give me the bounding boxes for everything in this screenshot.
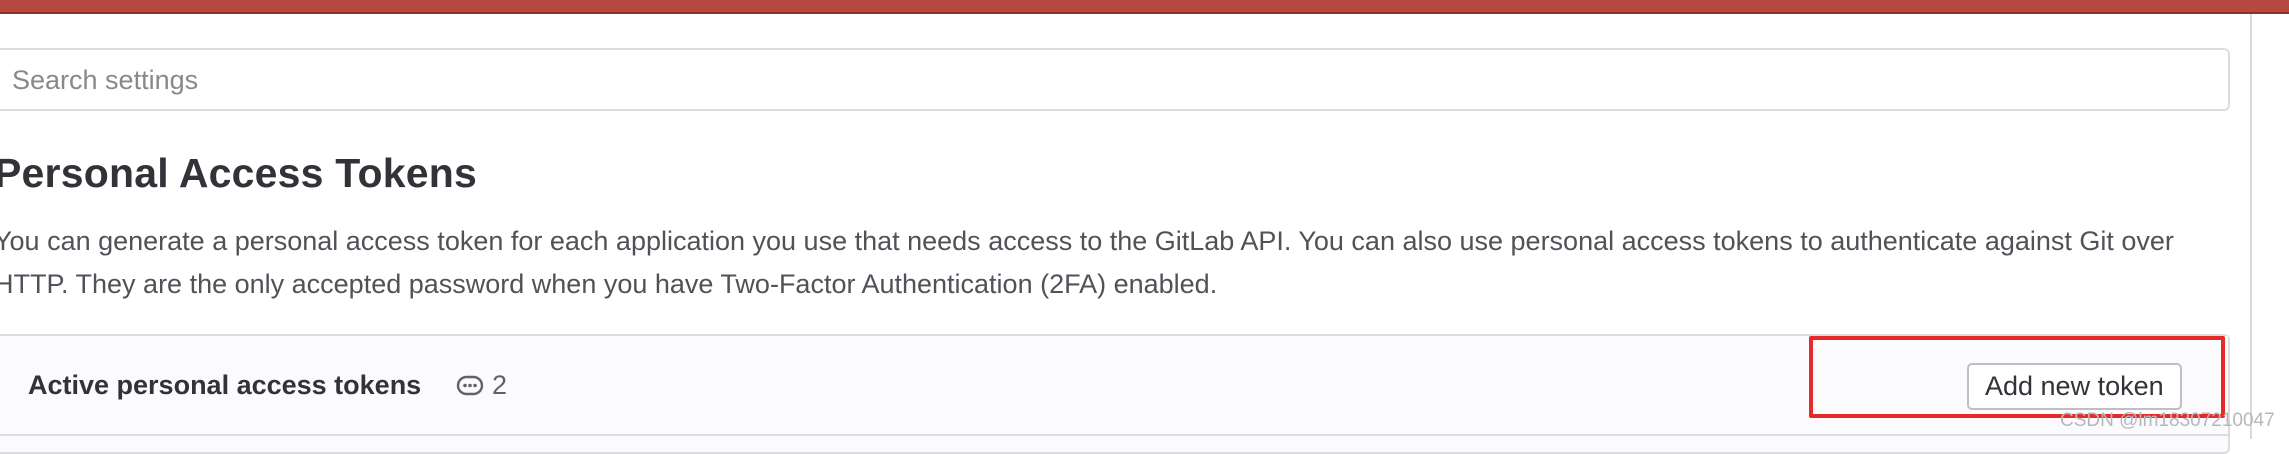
search-settings-box[interactable] xyxy=(0,48,2230,111)
active-tokens-card: Active personal access tokens 2 Add new … xyxy=(0,334,2230,454)
active-tokens-title: Active personal access tokens xyxy=(28,370,422,400)
token-count-value: 2 xyxy=(492,370,508,400)
top-header-bar xyxy=(0,0,2289,14)
comment-icon xyxy=(456,375,484,397)
scrollbar-gutter[interactable] xyxy=(2250,14,2289,439)
watermark-text: CSDN @lm18307210047 xyxy=(2060,410,2275,431)
search-settings-input[interactable] xyxy=(10,50,2214,111)
page-description: You can generate a personal access token… xyxy=(0,226,2174,299)
token-count-badge: 2 xyxy=(456,370,507,401)
add-new-token-button[interactable]: Add new token xyxy=(1967,363,2182,410)
page-title: Personal Access Tokens xyxy=(0,150,477,196)
active-tokens-card-header: Active personal access tokens 2 Add new … xyxy=(0,336,2228,436)
